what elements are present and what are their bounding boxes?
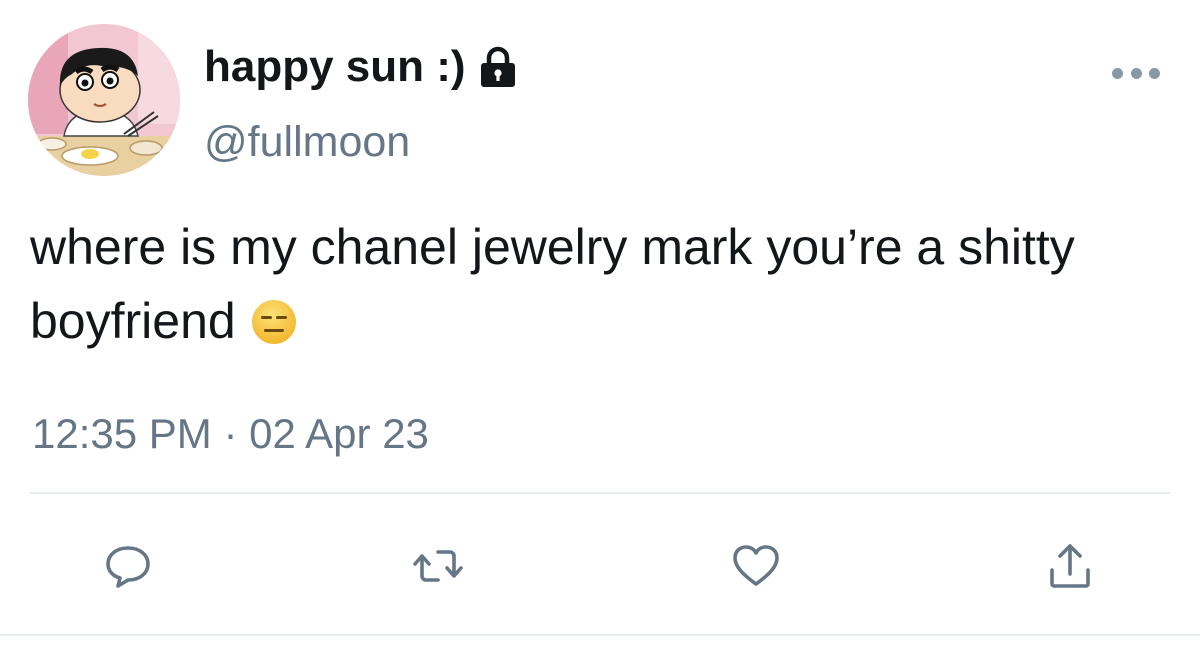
retweet-button[interactable]	[412, 540, 464, 592]
lock-icon	[478, 46, 518, 88]
avatar[interactable]	[28, 24, 180, 176]
heart-icon	[733, 545, 779, 586]
expressionless-face-emoji-icon	[250, 298, 298, 346]
tweet-text: where is my chanel jewelry mark you’re a…	[30, 210, 1180, 358]
reply-icon	[106, 546, 150, 588]
divider	[30, 492, 1170, 494]
more-options-icon[interactable]	[1112, 62, 1160, 84]
retweet-icon	[413, 550, 463, 582]
tweet-body: where is my chanel jewelry mark you’re a…	[30, 219, 1075, 349]
share-icon	[1050, 544, 1090, 588]
more-dot	[1149, 67, 1160, 79]
display-name[interactable]: happy sun :)	[204, 42, 466, 92]
like-button[interactable]	[730, 540, 782, 592]
more-dot	[1130, 67, 1142, 79]
reply-button[interactable]	[102, 540, 154, 592]
share-button[interactable]	[1044, 540, 1096, 592]
avatar-image	[28, 24, 180, 176]
user-handle[interactable]: @fullmoon	[204, 116, 410, 168]
display-name-row[interactable]: happy sun :)	[204, 40, 518, 94]
divider	[0, 634, 1200, 636]
tweet-timestamp[interactable]: 12:35 PM · 02 Apr 23	[32, 408, 429, 460]
more-dot	[1112, 67, 1123, 79]
